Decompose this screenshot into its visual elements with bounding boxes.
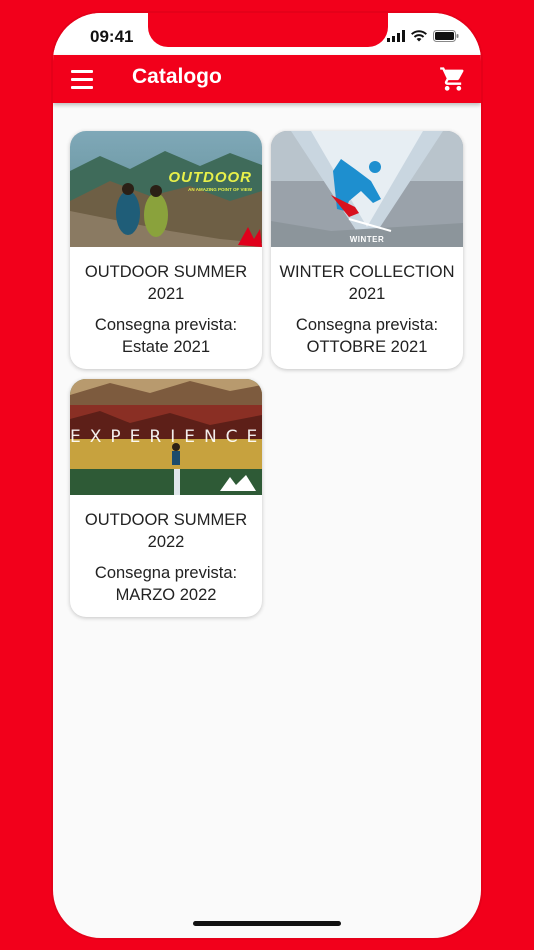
- catalog-title-line1: OUTDOOR SUMMER: [84, 263, 248, 281]
- status-bar: 09:41: [53, 13, 481, 55]
- catalog-delivery: Consegna prevista: MARZO 2022: [70, 562, 262, 606]
- catalog-title-line1: OUTDOOR SUMMER: [84, 511, 248, 529]
- catalog-title-line2: 2021: [147, 285, 185, 303]
- catalog-title: OUTDOOR SUMMER 2022: [70, 509, 262, 553]
- app-bar: Catalogo: [53, 55, 481, 103]
- delivery-value: MARZO 2022: [115, 586, 217, 604]
- catalog-card-winter-collection-2021[interactable]: WINTER WINTER COLLECTION 2021 Consegna p…: [271, 131, 463, 369]
- banner-subtext-outdoor: AN AMAZING POINT OF VIEW: [188, 187, 252, 192]
- catalog-title-line2: 2021: [348, 285, 386, 303]
- delivery-label: Consegna prevista:: [295, 316, 439, 334]
- status-icons: [387, 30, 459, 42]
- catalog-delivery: Consegna prevista: Estate 2021: [70, 314, 262, 358]
- home-indicator[interactable]: [193, 921, 341, 926]
- delivery-value: OTTOBRE 2021: [306, 338, 428, 356]
- shopping-cart-icon[interactable]: [439, 65, 467, 93]
- catalog-title-line2: 2022: [147, 533, 185, 551]
- catalog-card-outdoor-summer-2021[interactable]: OUTDOOR AN AMAZING POINT OF VIEW OUTDOOR…: [70, 131, 262, 369]
- catalog-card-outdoor-summer-2022[interactable]: EXPERIENCE OUTDOOR SUMMER 2022 Consegna …: [70, 379, 262, 617]
- status-time: 09:41: [90, 27, 134, 46]
- catalog-title: WINTER COLLECTION 2021: [271, 261, 463, 305]
- battery-icon: [433, 30, 459, 42]
- banner-text-experience: EXPERIENCE: [70, 427, 262, 447]
- delivery-value: Estate 2021: [121, 338, 211, 356]
- catalog-image-outdoor-summer-2021: OUTDOOR AN AMAZING POINT OF VIEW: [70, 131, 262, 247]
- catalog-image-winter-collection-2021: WINTER: [271, 131, 463, 247]
- catalog-delivery: Consegna prevista: OTTOBRE 2021: [271, 314, 463, 358]
- delivery-label: Consegna prevista:: [94, 316, 238, 334]
- page-title: Catalogo: [132, 65, 222, 88]
- notch: [148, 13, 388, 47]
- catalog-title-line1: WINTER COLLECTION: [279, 263, 455, 281]
- signal-icon: [387, 30, 405, 42]
- catalog-image-outdoor-summer-2022: EXPERIENCE: [70, 379, 262, 495]
- phone-screen: 09:41 Catalogo OUTDOOR AN AMAZING POINT …: [53, 13, 481, 938]
- catalog-title: OUTDOOR SUMMER 2021: [70, 261, 262, 305]
- banner-text-winter: WINTER: [349, 235, 385, 244]
- delivery-label: Consegna prevista:: [94, 564, 238, 582]
- wifi-icon: [411, 30, 427, 42]
- banner-text-outdoor: OUTDOOR: [168, 169, 252, 186]
- menu-icon[interactable]: [71, 70, 93, 89]
